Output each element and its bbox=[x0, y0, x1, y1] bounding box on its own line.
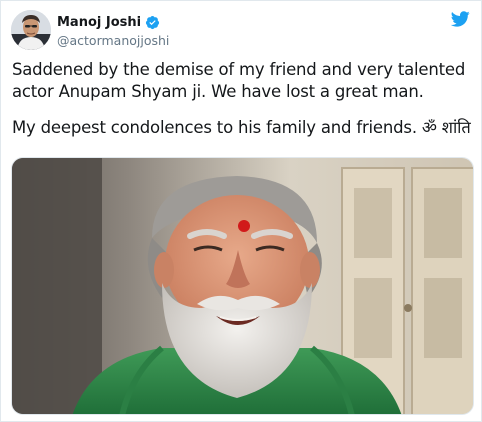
author-handle[interactable]: @actormanojjoshi bbox=[57, 33, 169, 48]
display-name-row: Manoj Joshi bbox=[57, 13, 169, 31]
photo-illustration bbox=[12, 158, 473, 414]
author-display-name[interactable]: Manoj Joshi bbox=[57, 15, 141, 30]
tweet-header: Manoj Joshi @actormanojjoshi bbox=[11, 9, 473, 51]
avatar-photo bbox=[11, 10, 51, 50]
tweet-card[interactable]: Manoj Joshi @actormanojjoshi Saddened by… bbox=[0, 0, 482, 422]
twitter-bird-icon[interactable] bbox=[449, 9, 471, 29]
tweet-media-photo[interactable] bbox=[11, 157, 474, 415]
author-avatar[interactable] bbox=[11, 10, 51, 50]
tweet-text: Saddened by the demise of my friend and … bbox=[12, 59, 474, 139]
author-names: Manoj Joshi @actormanojjoshi bbox=[57, 13, 169, 49]
tweet-text-line: My deepest condolences to his family and… bbox=[12, 118, 471, 137]
tweet-text-line: Saddened by the demise of my friend and … bbox=[12, 60, 466, 79]
verified-badge-icon bbox=[146, 15, 160, 29]
tweet-text-line: actor Anupam Shyam ji. We have lost a gr… bbox=[12, 82, 424, 101]
